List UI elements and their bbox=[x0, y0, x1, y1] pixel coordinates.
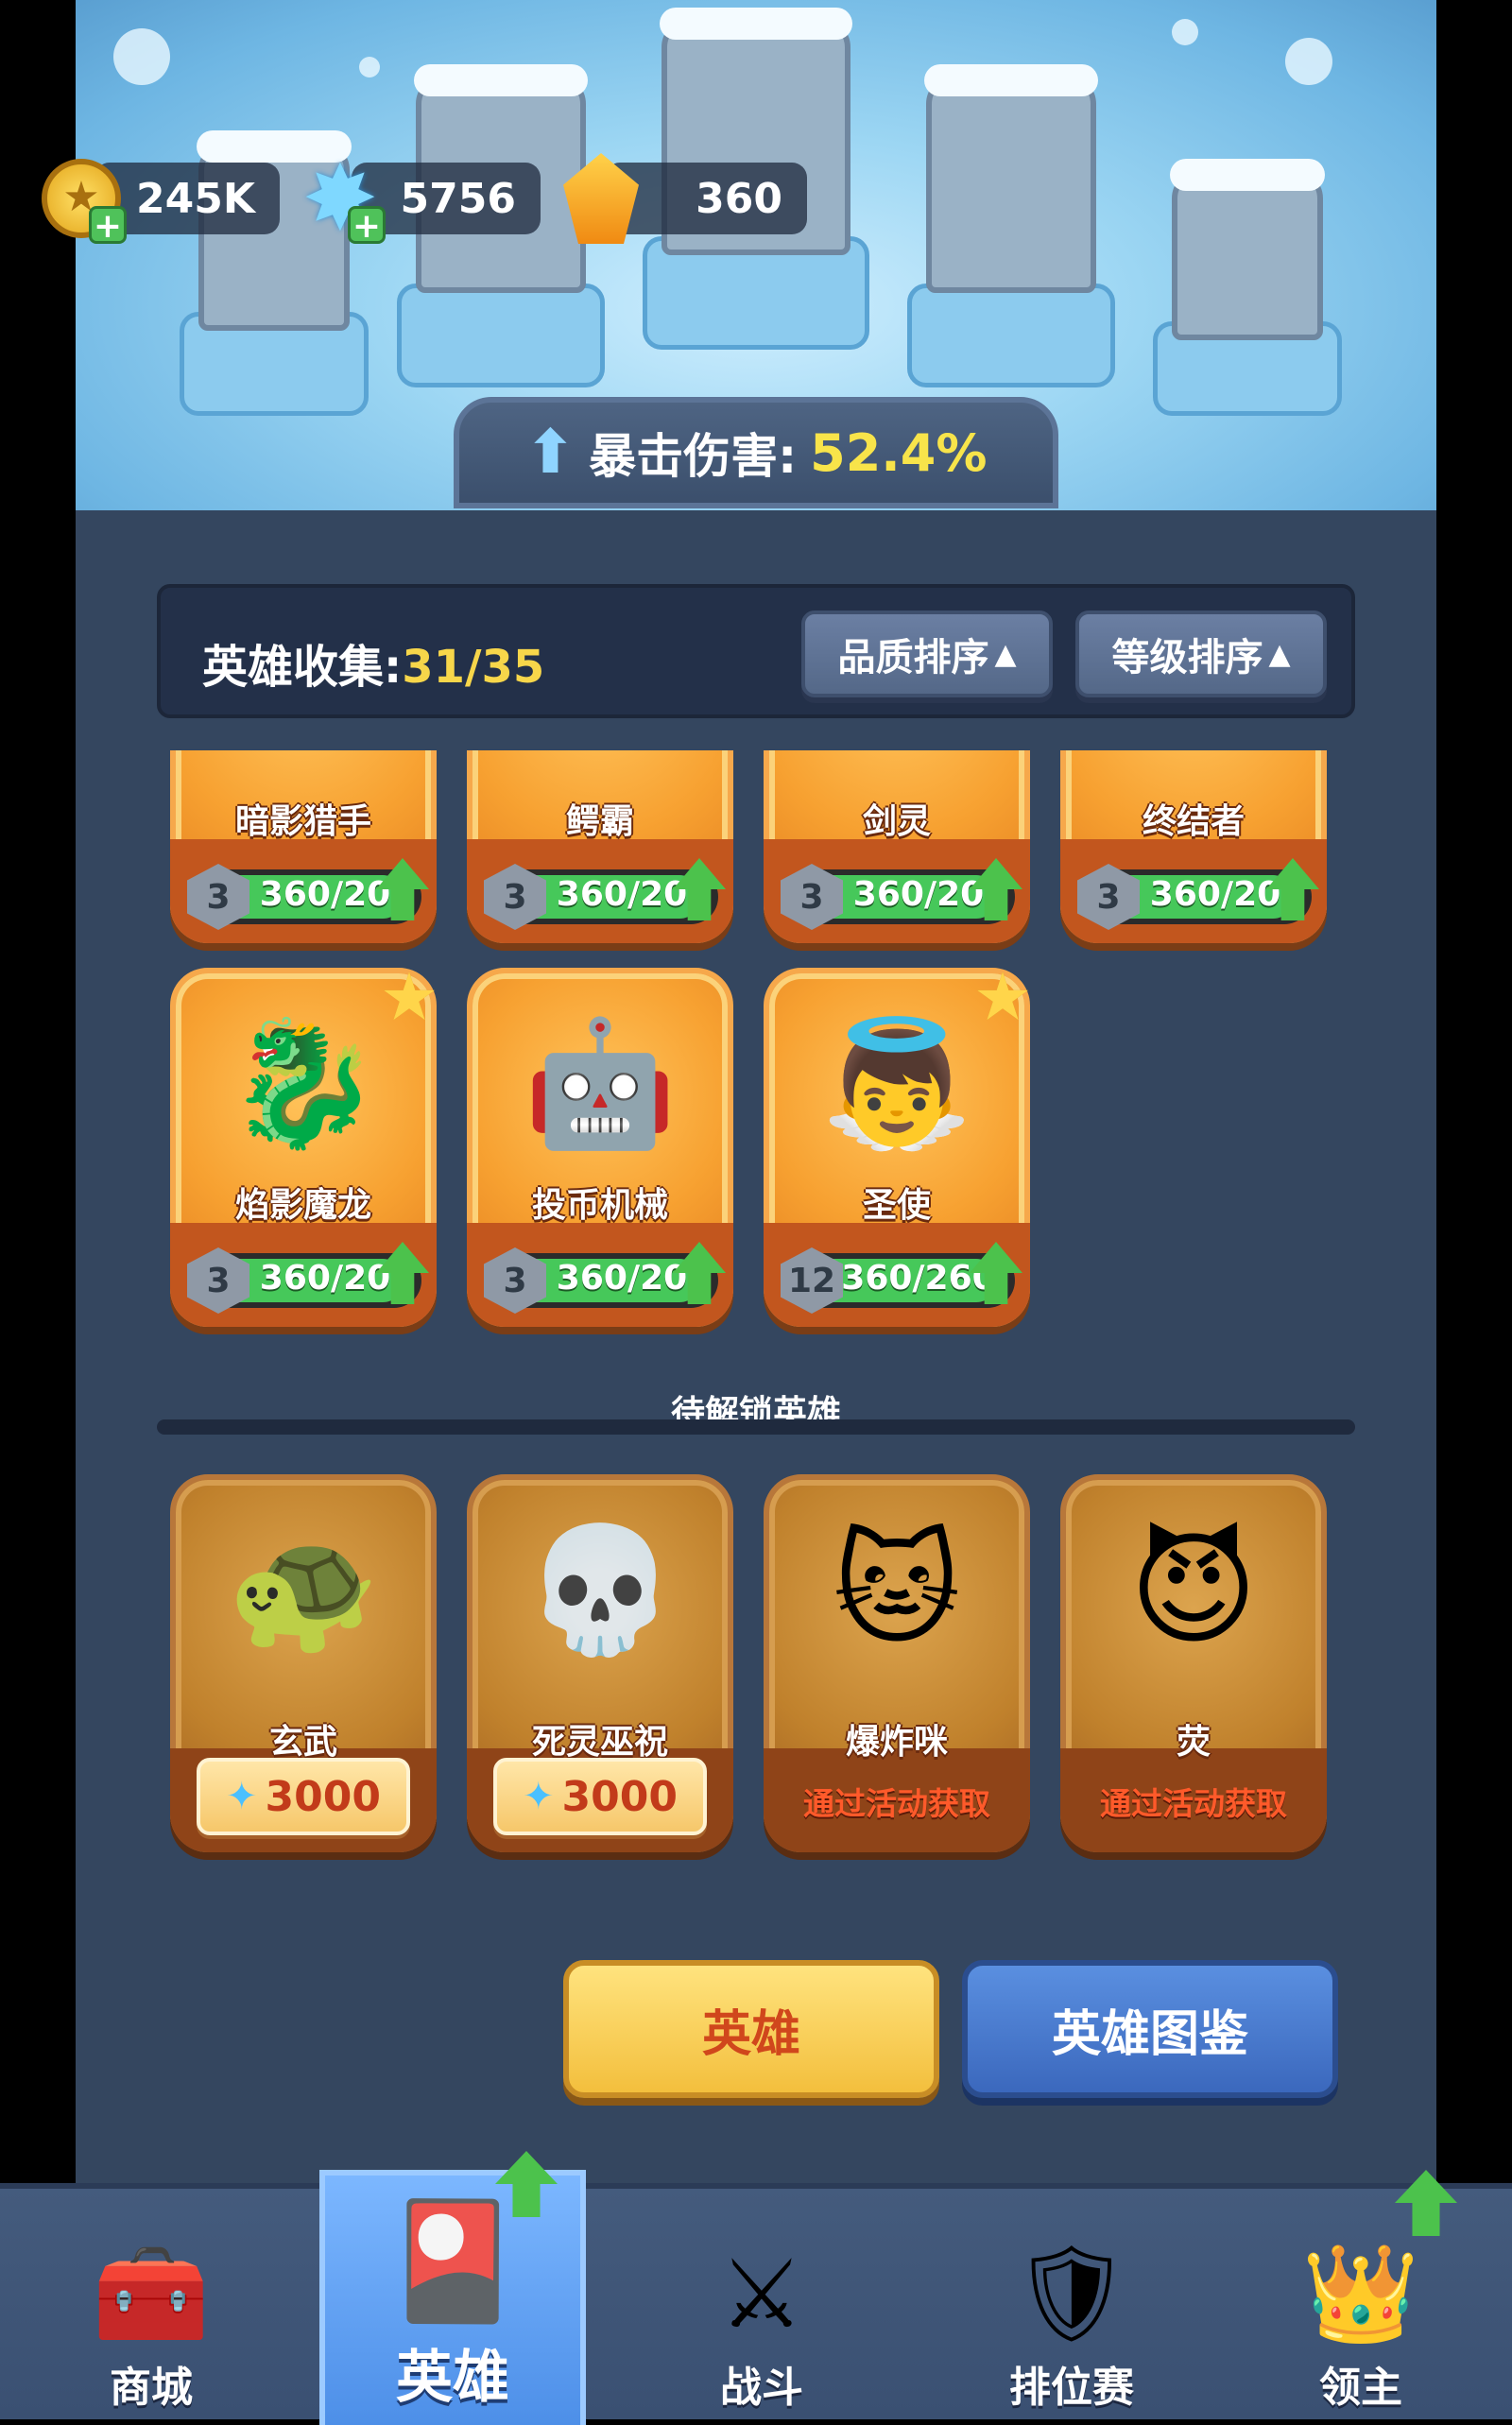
locked-hero-card[interactable]: 🐢 玄武 ✦ 3000 bbox=[170, 1474, 437, 1852]
blue-crystal-icon: ✦ bbox=[226, 1775, 258, 1818]
heroes-tab-button[interactable]: 英雄 bbox=[563, 1960, 939, 2098]
hero-name: 死灵巫祝 bbox=[531, 1723, 668, 1762]
hero-name: 剑灵 bbox=[862, 802, 931, 841]
orange-crystal-icon bbox=[554, 151, 648, 246]
sort-quality-button[interactable]: 品质排序 ▲ bbox=[801, 611, 1053, 697]
hero-name: 玄武 bbox=[268, 1723, 337, 1762]
hero-card[interactable]: 暗影猎手 3 360/20 bbox=[170, 750, 437, 943]
nav-heroes[interactable]: 🎴 英雄 bbox=[319, 2170, 586, 2425]
hero-name: 暗影猎手 bbox=[234, 802, 371, 841]
hero-codex-button[interactable]: 英雄图鉴 bbox=[962, 1960, 1338, 2098]
nav-ranked[interactable]: 🛡 排位赛 bbox=[930, 2189, 1213, 2425]
dragon-portrait-icon: 🐉 bbox=[227, 1011, 380, 1155]
hero-name: 投币机械 bbox=[531, 1186, 668, 1225]
crit-value: 52.4% bbox=[810, 422, 988, 483]
crown-banner-icon: 👑 bbox=[1301, 2238, 1420, 2348]
add-gems-icon: + bbox=[348, 206, 386, 245]
unlock-price-button[interactable]: ✦ 3000 bbox=[197, 1758, 410, 1835]
crit-arrow-icon: ⬆ bbox=[524, 418, 576, 488]
treasure-chest-icon: 🧰 bbox=[92, 2238, 211, 2348]
necromancer-portrait-icon: 💀 bbox=[524, 1518, 677, 1661]
angel-portrait-icon: 👼 bbox=[820, 1011, 973, 1155]
nav-shop[interactable]: 🧰 商城 bbox=[9, 2189, 293, 2425]
hero-name: 荧 bbox=[1176, 1723, 1211, 1762]
blue-crystal-icon: ✦ bbox=[523, 1775, 555, 1818]
gold-coin-icon[interactable]: ★ + bbox=[34, 151, 129, 246]
rank-shield-icon: 🛡 bbox=[1011, 2238, 1132, 2348]
section-divider bbox=[157, 1419, 1355, 1435]
locked-hero-card[interactable]: 🐱 爆炸咪 通过活动获取 bbox=[764, 1474, 1030, 1852]
hero-card[interactable]: 终结者 3 360/20 bbox=[1060, 750, 1327, 943]
demon-girl-portrait-icon: 😈 bbox=[1129, 1518, 1258, 1661]
crossed-swords-icon: ⚔ bbox=[719, 2239, 804, 2349]
nav-lord[interactable]: 👑 领主 bbox=[1219, 2189, 1503, 2425]
collection-title: 英雄收集:31/35 bbox=[202, 641, 545, 694]
crit-damage-panel: ⬆ 暴击伤害: 52.4% bbox=[454, 397, 1058, 508]
hero-name: 爆炸咪 bbox=[845, 1723, 948, 1762]
owned-heroes-grid[interactable]: 暗影猎手 3 360/20 鳄霸 3 360/20 剑灵 3 360/20 终结者 3… bbox=[76, 750, 1436, 1355]
hero-card[interactable]: 鳄霸 3 360/20 bbox=[467, 750, 733, 943]
add-gold-icon: + bbox=[89, 206, 127, 245]
star-icon: ★ bbox=[379, 958, 439, 1036]
crit-label: 暴击伤害: bbox=[589, 429, 798, 484]
sort-level-button[interactable]: 等级排序 ▲ bbox=[1075, 611, 1327, 697]
hero-card[interactable]: 👼 ★ 圣使 12 360/260 bbox=[764, 964, 1032, 1327]
event-unlock-text: 通过活动获取 bbox=[803, 1785, 990, 1822]
robot-portrait-icon: 🤖 bbox=[524, 1011, 677, 1155]
bottom-nav: 🧰 商城 🎴 英雄 ⚔ 战斗 🛡 排位赛 👑 领主 bbox=[0, 2151, 1512, 2425]
hero-name: 终结者 bbox=[1142, 802, 1245, 841]
hero-card-icon: 🎴 bbox=[382, 2195, 524, 2327]
hero-name: 圣使 bbox=[862, 1186, 931, 1225]
locked-hero-card[interactable]: 💀 死灵巫祝 ✦ 3000 bbox=[467, 1474, 733, 1852]
sort-up-icon: ▲ bbox=[994, 637, 1017, 671]
hero-card[interactable]: 剑灵 3 360/20 bbox=[764, 750, 1030, 943]
cat-girl-portrait-icon: 🐱 bbox=[833, 1518, 961, 1661]
star-icon: ★ bbox=[972, 958, 1033, 1036]
sort-up-icon: ▲ bbox=[1268, 637, 1291, 671]
game-screen: ⬆ 暴击伤害: 52.4% 英雄收集:31/35 品质排序 ▲ 等级排序 ▲ 暗影猎… bbox=[76, 0, 1436, 2183]
locked-hero-card[interactable]: 😈 荧 通过活动获取 bbox=[1060, 1474, 1327, 1852]
hero-card[interactable]: 🐉 ★ 焰影魔龙 3 360/20 bbox=[170, 964, 438, 1327]
event-unlock-text: 通过活动获取 bbox=[1100, 1785, 1287, 1822]
turtle-portrait-icon: 🐢 bbox=[227, 1518, 380, 1661]
blue-crystal-icon[interactable]: ✸ + bbox=[293, 151, 387, 246]
nav-battle[interactable]: ⚔ 战斗 bbox=[620, 2189, 903, 2425]
collection-count: 31/35 bbox=[402, 641, 545, 694]
hero-collection-header: 英雄收集:31/35 品质排序 ▲ 等级排序 ▲ bbox=[157, 584, 1355, 718]
unlock-price-button[interactable]: ✦ 3000 bbox=[493, 1758, 707, 1835]
hero-name: 焰影魔龙 bbox=[234, 1186, 371, 1225]
hero-card[interactable]: 🤖 投币机械 3 360/20 bbox=[467, 968, 733, 1327]
hero-name: 鳄霸 bbox=[565, 802, 634, 841]
